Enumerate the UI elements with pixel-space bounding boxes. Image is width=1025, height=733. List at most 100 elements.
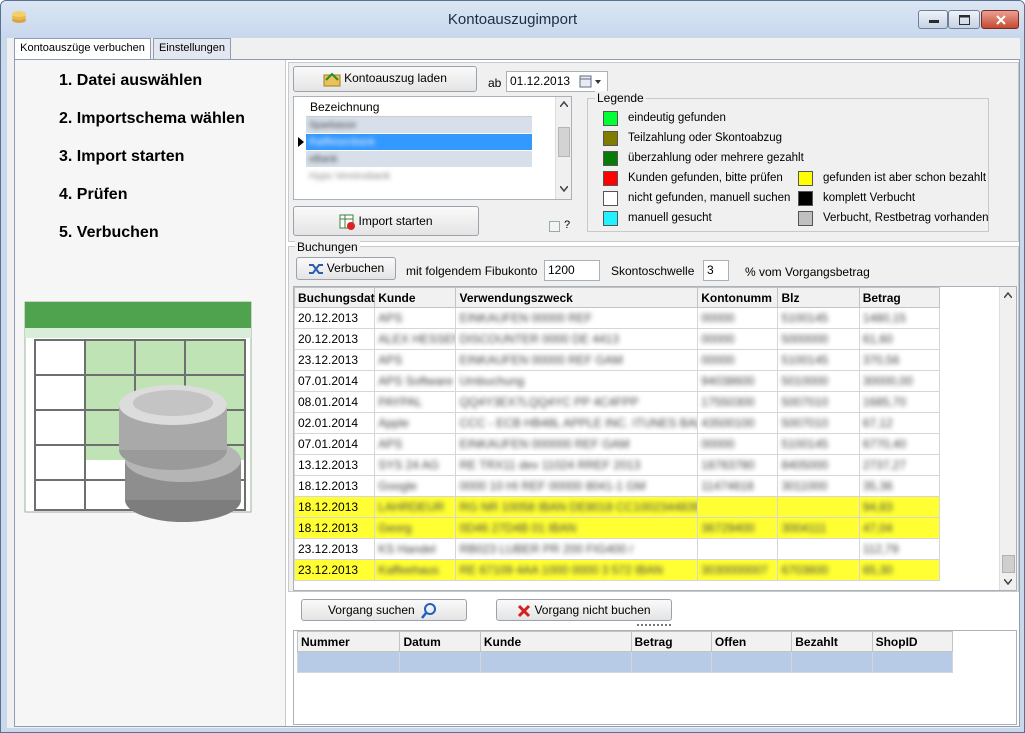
column-header[interactable]: Nummer (296, 631, 401, 652)
booking-cell-text: 43500100 (701, 416, 755, 430)
booking-row[interactable]: 08.01.2014 PAYPAL QQ4Y3EX7LQQ4YC PP 4C4FPP… (294, 391, 941, 413)
fibukonto-label: mit folgendem Fibukonto (406, 264, 538, 278)
column-header[interactable]: Buchungsdat (294, 287, 376, 308)
tab-kontoauszuege-verbuchen[interactable]: Kontoauszüge verbuchen (14, 38, 151, 60)
booking-cell-blz: 3011000 (777, 475, 860, 497)
client-area: Kontoauszüge verbuchen Einstellungen 1. … (7, 38, 1020, 728)
booking-cell-konto: 00000 (697, 349, 779, 371)
account-row[interactable]: eBank (306, 151, 532, 167)
accounts-scroll-thumb[interactable] (558, 127, 570, 157)
booking-cell-text: 65,30 (862, 563, 893, 577)
booking-cell-zweck: RG NR 10058 IBAN DE8018 CC1002344839 (455, 496, 699, 518)
buchungen-scrollbar[interactable] (999, 287, 1016, 590)
account-row-selected[interactable]: Raiffeisenbank (306, 134, 532, 150)
question-checkbox-label: ? (564, 219, 571, 231)
booking-row[interactable]: 02.01.2014 Apple CCC - ECB HB48L APPLE INC… (294, 412, 941, 434)
booking-cell-konto: 11474618 (697, 475, 779, 497)
scroll-down-icon[interactable] (560, 186, 568, 192)
booking-cell-zweck: RE TRX11 dev 11024 RREF 2013 (455, 454, 699, 476)
booking-cell-konto: 36729400 (697, 517, 779, 539)
booking-cell-zweck: EINKAUFEN 000000 REF GAM (455, 433, 699, 455)
scroll-up-icon[interactable] (560, 101, 568, 107)
vorgang-suchen-button[interactable]: Vorgang suchen (301, 599, 467, 621)
booking-cell-betrag: 30000,00 (858, 370, 941, 392)
ab-date-value: 01.12.2013 (510, 74, 571, 88)
kontoauszug-laden-button[interactable]: Kontoauszug laden (293, 66, 477, 92)
booking-row[interactable]: 20.12.2013 ALEX HESSEN DISCOUNTER 0000 DE … (294, 328, 941, 350)
table-warning-icon (339, 214, 356, 230)
buchungen-scroll-thumb[interactable] (1002, 555, 1015, 573)
booking-row[interactable]: 07.01.2014 APS EINKAUFEN 000000 REF GAM 000… (294, 433, 941, 455)
splitter-grip[interactable] (637, 624, 671, 627)
booking-cell-text: 6770,40 (862, 437, 907, 451)
column-header[interactable]: Kontonumm (697, 287, 779, 308)
column-header[interactable]: Verwendungszweck (455, 287, 699, 308)
accounts-list[interactable]: Bezeichnung Sparkasse Raiffeisenbank eBa… (293, 96, 572, 200)
grid-cell (296, 651, 401, 673)
booking-row[interactable]: 18.12.2013 Georg 0D46 27D4B 01 IBAN 3672940… (294, 517, 941, 539)
booking-row[interactable]: 23.12.2013 APS EINKAUFEN 00000 REF GAM 0000… (294, 349, 941, 371)
grid-cell (479, 651, 632, 673)
column-header[interactable]: Betrag (858, 287, 941, 308)
booking-cell-text: 30000,00 (862, 374, 913, 388)
column-header[interactable]: Kunde (479, 631, 632, 652)
booking-cell-text: 20.12.2013 (298, 311, 359, 325)
accounts-scrollbar[interactable] (555, 97, 571, 199)
vorgang-grid[interactable]: Nummer Datum Kunde Betrag Offen Bezahlt … (293, 630, 1017, 725)
booking-cell-date: 20.12.2013 (294, 307, 376, 329)
column-header[interactable]: Datum (399, 631, 481, 652)
step-2: 2. Importschema wählen (59, 110, 245, 127)
tab-einstellungen[interactable]: Einstellungen (153, 38, 231, 59)
minimize-button[interactable] (918, 10, 948, 29)
import-starten-button[interactable]: Import starten (293, 206, 479, 236)
booking-cell-text: RE 67109 4AA 1000 0000 3 572 IBAN (459, 563, 663, 577)
booking-cell-zweck: EINKAUFEN 00000 REF (455, 307, 699, 329)
column-header[interactable]: Kunde (374, 287, 457, 308)
column-header[interactable]: ShopID (871, 631, 954, 652)
booking-row[interactable]: 18.12.2013 Google 0000 10 HI REF 00000 804… (294, 475, 941, 497)
scroll-up-icon[interactable] (1004, 292, 1012, 298)
column-header[interactable]: Offen (710, 631, 793, 652)
booking-row[interactable]: 23.12.2013 Kaffeehaus RE 67109 4AA 1000 00… (294, 559, 941, 581)
question-checkbox[interactable] (549, 221, 560, 232)
buchungen-grid[interactable]: Buchungsdat Kunde Verwendungszweck Konto… (293, 286, 1017, 591)
booking-cell-konto (697, 496, 779, 518)
booking-cell-text: 5007010 (781, 416, 829, 430)
booking-cell-zweck: QQ4Y3EX7LQQ4YC PP 4C4FPP (455, 391, 699, 413)
booking-cell-kunde: APS (374, 349, 457, 371)
column-header[interactable]: Bezahlt (791, 631, 873, 652)
booking-cell-text: 00000 (701, 332, 735, 346)
column-header[interactable]: Blz (777, 287, 860, 308)
step-4: 4. Prüfen (59, 186, 128, 203)
booking-cell-kunde: ALEX HESSEN (374, 328, 457, 350)
booking-cell-text: 5100145 (781, 353, 829, 367)
booking-row[interactable]: 20.12.2013 APS EINKAUFEN 00000 REF 00000 510… (294, 307, 941, 329)
booking-cell-betrag: 112,79 (858, 538, 941, 560)
booking-row[interactable]: 13.12.2013 SYS 24 AG RE TRX11 dev 11024 RR… (294, 454, 941, 476)
booking-cell-date: 07.01.2014 (294, 433, 376, 455)
row-pointer-icon (298, 137, 304, 147)
booking-cell-kunde: SYS 24 AG (374, 454, 457, 476)
booking-row[interactable]: 07.01.2014 APS Software Umbuchung 94038600 5… (294, 370, 941, 392)
ab-date-picker[interactable]: 01.12.2013 (506, 71, 608, 92)
close-button[interactable] (981, 10, 1019, 29)
skontoschwelle-input[interactable]: 3 (703, 260, 729, 281)
vorgang-row-empty[interactable] (296, 651, 954, 673)
account-row[interactable]: Sparkasse (306, 117, 532, 133)
account-row[interactable]: Hypo Vereinsbank (306, 168, 532, 184)
fibukonto-input[interactable]: 1200 (544, 260, 600, 281)
booking-row[interactable]: 23.12.2013 KS Handel RB023 LUBER PR 200 FI… (294, 538, 941, 560)
vorgang-nicht-buchen-button[interactable]: Vorgang nicht buchen (496, 599, 672, 621)
column-header[interactable]: Betrag (630, 631, 712, 652)
maximize-button[interactable] (948, 10, 980, 29)
booking-cell-blz: 5010000 (777, 370, 860, 392)
booking-row[interactable]: 18.12.2013 LAHRDEUR RG NR 10058 IBAN DE801… (294, 496, 941, 518)
booking-cell-text: 02.01.2014 (298, 416, 359, 430)
calendar-dropdown-icon[interactable] (579, 75, 605, 89)
booking-cell-text: 08.01.2014 (298, 395, 359, 409)
booking-cell-konto: 00000 (697, 328, 779, 350)
title-bar[interactable]: Kontoauszugimport (1, 1, 1024, 39)
verbuchen-button[interactable]: Verbuchen (296, 257, 396, 280)
booking-cell-zweck: DISCOUNTER 0000 DE 4413 (455, 328, 699, 350)
scroll-down-icon[interactable] (1004, 579, 1012, 585)
